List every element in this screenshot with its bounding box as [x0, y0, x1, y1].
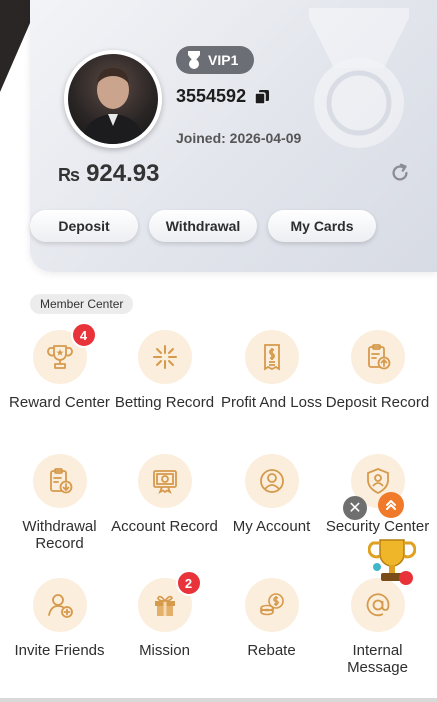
reward-center-icon-wrap: 4 [32, 322, 97, 384]
floating-close-button[interactable]: ✕ [343, 496, 367, 520]
profit-and-loss-item[interactable]: Profit And Loss [217, 330, 326, 411]
spark-icon [152, 345, 177, 369]
profit-and-loss-label: Profit And Loss [221, 394, 322, 411]
clipboard-down-icon [49, 468, 72, 494]
invite-friends-label: Invite Friends [14, 642, 105, 659]
rebate-icon-wrap [244, 578, 299, 632]
withdrawal-record-label: Withdrawal Record [22, 518, 97, 552]
at-sign-icon [366, 593, 389, 617]
security-center-label: Security Center [325, 518, 430, 535]
vip-medal-icon [188, 51, 200, 69]
balance: ₨ 924.93 [58, 160, 159, 188]
trophy-icon [46, 345, 73, 369]
reward-center-item[interactable]: 4 Reward Center [5, 322, 114, 411]
medal-watermark-icon [309, 8, 409, 148]
invite-friends-item[interactable]: Invite Friends [5, 578, 114, 659]
my-account-icon-wrap [244, 454, 299, 508]
coins-icon [259, 593, 284, 616]
chevron-up-icon [386, 500, 396, 510]
reward-center-label: Reward Center [9, 394, 110, 411]
balance-amount: 924.93 [86, 160, 160, 187]
add-user-icon [47, 594, 73, 618]
vip-badge: VIP1 [176, 46, 255, 74]
account-record-label: Account Record [111, 518, 218, 535]
internal-message-label: Internal Message [347, 642, 408, 676]
copy-icon[interactable] [254, 89, 270, 105]
withdrawal-record-icon-wrap [32, 454, 87, 508]
withdrawal-record-item[interactable]: Withdrawal Record [5, 454, 114, 552]
deposit-record-label: Deposit Record [325, 394, 430, 411]
user-id-row: 3554592 [176, 86, 270, 107]
refresh-icon[interactable] [389, 162, 411, 184]
receipt-icon [263, 344, 280, 371]
my-account-label: My Account [232, 518, 311, 535]
internal-message-item[interactable]: Internal Message [323, 578, 432, 676]
my-account-item[interactable]: My Account [217, 454, 326, 535]
rebate-item[interactable]: Rebate [217, 578, 326, 659]
action-buttons: Deposit Withdrawal My Cards [30, 210, 376, 242]
gift-icon [154, 595, 175, 616]
deposit-button[interactable]: Deposit [30, 210, 138, 242]
betting-record-item[interactable]: Betting Record [110, 330, 219, 411]
user-icon [259, 469, 284, 493]
bottom-divider [0, 698, 437, 702]
joined-date: Joined: 2026-04-09 [176, 130, 302, 146]
deposit-record-item[interactable]: Deposit Record [323, 330, 432, 411]
withdrawal-button[interactable]: Withdrawal [149, 210, 257, 242]
user-id: 3554592 [176, 86, 247, 106]
vip-label: VIP1 [208, 52, 239, 68]
betting-record-icon-wrap [137, 330, 192, 384]
certificate-icon [152, 470, 177, 494]
profit-and-loss-icon-wrap [244, 330, 299, 384]
account-record-icon-wrap [137, 454, 192, 508]
mission-label: Mission [139, 642, 190, 659]
currency-symbol: ₨ [58, 165, 81, 185]
close-icon: ✕ [348, 500, 362, 517]
clipboard-up-icon [367, 344, 390, 370]
deposit-record-icon-wrap [350, 330, 405, 384]
member-center-tag: Member Center [30, 294, 134, 314]
floating-expand-button[interactable] [378, 492, 404, 518]
mission-item[interactable]: 2 Mission [110, 570, 219, 659]
security-center-item[interactable]: Security Center [323, 454, 432, 535]
floating-trophy-icon[interactable] [368, 534, 416, 588]
reward-count-badge: 4 [70, 322, 97, 348]
my-cards-button[interactable]: My Cards [268, 210, 376, 242]
avatar[interactable] [64, 50, 162, 148]
betting-record-label: Betting Record [114, 394, 215, 411]
account-record-item[interactable]: Account Record [110, 454, 219, 535]
rebate-label: Rebate [247, 642, 296, 659]
mission-icon-wrap: 2 [137, 570, 202, 632]
mission-count-badge: 2 [175, 570, 202, 596]
invite-friends-icon-wrap [32, 578, 87, 632]
